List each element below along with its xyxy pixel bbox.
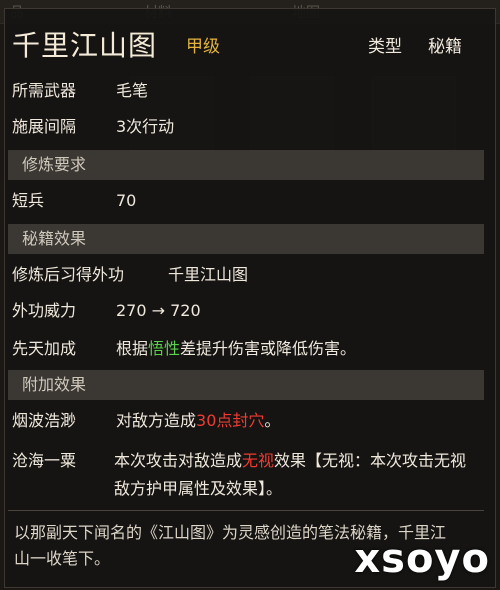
extra-label: 沧海一粟 [12,451,77,470]
training-value: 70 [116,191,137,210]
innate-text-pre: 根据 [116,339,149,358]
effect-row-innate: 先天加成 根据悟性差提升伤害或降低伤害。 [12,334,356,364]
effect-label: 修炼后习得外功 [12,265,125,284]
effect-label: 先天加成 [12,339,77,358]
item-type-label: 类型 [368,37,402,57]
extra-keyword: 无视 [242,451,275,470]
innate-keyword: 悟性 [148,339,181,358]
section-effects-header: 秘籍效果 [8,224,484,254]
section-training-header: 修炼要求 [8,150,484,180]
item-grade: 甲级 [186,37,220,57]
extra-row-a: 烟波浩渺 对敌方造成30点封穴。 [12,406,280,436]
training-label: 短兵 [12,191,45,210]
stat-value: 3次行动 [116,117,175,136]
extra-label: 烟波浩渺 [12,411,77,430]
effect-row-learn: 修炼后习得外功 千里江山图 [12,260,248,290]
tooltip-header: 千里江山图 甲级 类型 秘籍 [8,22,482,62]
effect-label: 外功威力 [12,301,77,320]
training-row: 短兵 70 [12,186,136,216]
section-extra-header: 附加效果 [8,370,484,400]
stat-label: 所需武器 [12,81,77,100]
extra-text-pre: 对敌方造成 [116,411,197,430]
item-name: 千里江山图 [12,29,158,62]
item-type-value: 秘籍 [428,37,462,57]
learned-skill-name: 千里江山图 [168,265,249,284]
innate-text-post: 差提升伤害或降低伤害。 [180,339,357,358]
innate-text: 根据悟性差提升伤害或降低伤害。 [116,334,356,364]
stat-value: 毛笔 [116,81,149,100]
extra-b-text: 本次攻击对敌造成无视效果【无视：本次攻击无视敌方护甲属性及效果】。 [114,447,474,503]
power-value: 270 → 720 [116,301,201,320]
extra-text-pre: 本次攻击对敌造成 [114,451,243,470]
site-watermark: xsoyo [354,536,490,582]
extra-row-b-label: 沧海一粟 [12,446,76,476]
stat-row-interval: 施展间隔 3次行动 [12,112,174,142]
divider [8,510,484,511]
effect-row-power: 外功威力 270 → 720 [12,296,201,326]
stat-row-weapon: 所需武器 毛笔 [12,76,148,106]
extra-text-post: 。 [264,411,281,430]
extra-text: 对敌方造成30点封穴。 [116,406,280,436]
stat-label: 施展间隔 [12,117,77,136]
extra-keyword: 30点封穴 [196,411,265,430]
